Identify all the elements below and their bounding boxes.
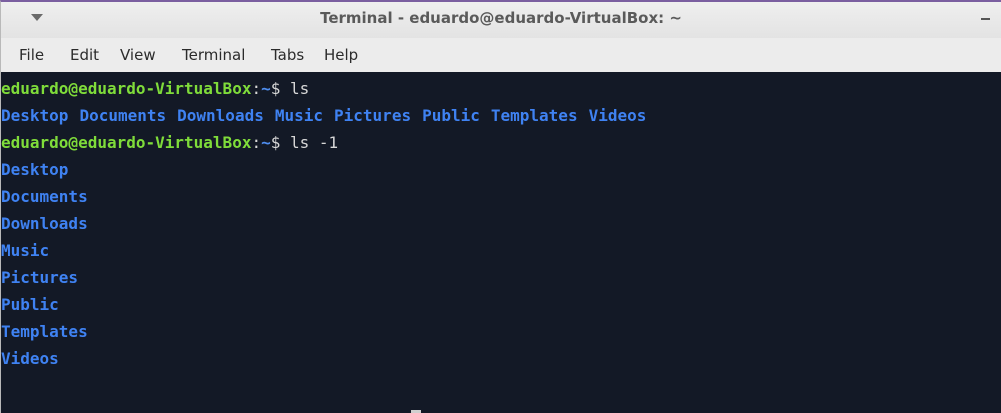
- command-text: ls -1: [290, 133, 339, 152]
- window-title: Terminal - eduardo@eduardo-VirtualBox: ~: [320, 9, 682, 27]
- dir-entry: Templates: [490, 106, 578, 125]
- dir-entry: Videos: [588, 106, 647, 125]
- dir-entry: Downloads: [1, 214, 88, 233]
- menu-help[interactable]: Help: [324, 46, 358, 64]
- prompt-symbol: $: [270, 79, 281, 98]
- dir-entry: Public: [1, 295, 59, 314]
- prompt-user: eduardo@eduardo-VirtualBox: [1, 133, 252, 152]
- dir-entry: Music: [1, 241, 50, 260]
- prompt-user: eduardo@eduardo-VirtualBox: [1, 79, 252, 98]
- prompt-separator: :: [251, 133, 262, 152]
- command-text: ls: [290, 79, 310, 98]
- dir-entry: Pictures: [334, 106, 412, 125]
- prompt-line: eduardo@eduardo-VirtualBox:~$ ls -1: [1, 129, 338, 156]
- dir-entry: Music: [274, 106, 324, 125]
- dir-entry: Public: [422, 106, 480, 125]
- title-bar[interactable]: Terminal - eduardo@eduardo-VirtualBox: ~: [1, 2, 1001, 38]
- dir-entry: Documents: [1, 187, 88, 206]
- menu-bar: File Edit View Terminal Tabs Help: [1, 38, 1001, 72]
- dir-entry: Desktop: [1, 160, 69, 179]
- prompt-directory: ~: [261, 133, 271, 152]
- menu-file[interactable]: File: [19, 46, 44, 64]
- prompt-line: eduardo@eduardo-VirtualBox:~$ ls: [1, 75, 309, 102]
- ls-output-line: Desktop Documents Downloads Music Pictures Pu…: [1, 102, 657, 129]
- dir-entry: Videos: [1, 349, 59, 368]
- dir-entry: Desktop: [1, 106, 69, 125]
- terminal-window: Terminal - eduardo@eduardo-VirtualBox: ~…: [0, 0, 1001, 413]
- minimize-icon[interactable]: [979, 10, 995, 26]
- prompt-separator: :: [251, 79, 262, 98]
- prompt-symbol: $: [270, 133, 281, 152]
- dir-entry: Pictures: [1, 268, 79, 287]
- menu-terminal[interactable]: Terminal: [182, 46, 245, 64]
- dir-entry: Documents: [79, 106, 167, 125]
- menu-tabs[interactable]: Tabs: [271, 46, 304, 64]
- dir-entry: Downloads: [177, 106, 264, 125]
- menu-edit[interactable]: Edit: [70, 46, 99, 64]
- terminal-output[interactable]: eduardo@eduardo-VirtualBox:~$ ls Desktop…: [1, 72, 1001, 413]
- menu-view[interactable]: View: [120, 46, 156, 64]
- dir-entry: Templates: [1, 322, 88, 341]
- prompt-directory: ~: [261, 79, 271, 98]
